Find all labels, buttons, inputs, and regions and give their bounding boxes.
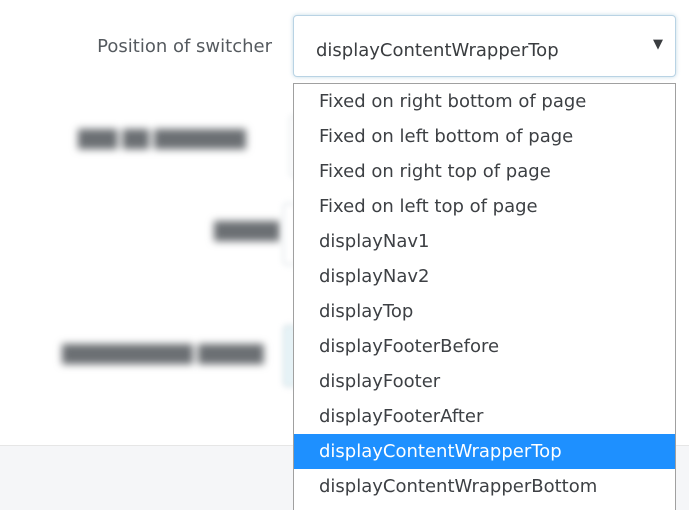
chevron-down-icon: ▼	[653, 37, 663, 52]
option-displaynav1[interactable]: displayNav1	[294, 224, 675, 259]
blurred-label-1: ███ ██ ███████	[78, 130, 246, 150]
option-displaynav2[interactable]: displayNav2	[294, 259, 675, 294]
option-fixed-right-bottom[interactable]: Fixed on right bottom of page	[294, 84, 675, 119]
blurred-label-2: █████	[214, 222, 280, 242]
option-fixed-right-top[interactable]: Fixed on right top of page	[294, 154, 675, 189]
option-displaycontentwrapperbottom[interactable]: displayContentWrapperBottom	[294, 469, 675, 504]
option-displayfooterbefore[interactable]: displayFooterBefore	[294, 329, 675, 364]
blurred-label-3: ██████████ █████	[62, 345, 264, 365]
select-current-value: displayContentWrapperTop	[316, 40, 559, 61]
option-fixed-left-top[interactable]: Fixed on left top of page	[294, 189, 675, 224]
position-of-switcher-label: Position of switcher	[97, 36, 272, 57]
option-displayfooterafter[interactable]: displayFooterAfter	[294, 399, 675, 434]
option-displaytop[interactable]: displayTop	[294, 294, 675, 329]
position-dropdown-list[interactable]: Fixed on right bottom of page Fixed on l…	[293, 83, 676, 510]
option-displayfooter[interactable]: displayFooter	[294, 364, 675, 399]
option-displaycontentwrappertop[interactable]: displayContentWrapperTop	[294, 434, 675, 469]
option-fixed-left-bottom[interactable]: Fixed on left bottom of page	[294, 119, 675, 154]
position-select[interactable]: displayContentWrapperTop ▼	[293, 15, 676, 77]
settings-panel: ███ ██ ███████ █████ ██████████ █████ Po…	[0, 0, 689, 510]
